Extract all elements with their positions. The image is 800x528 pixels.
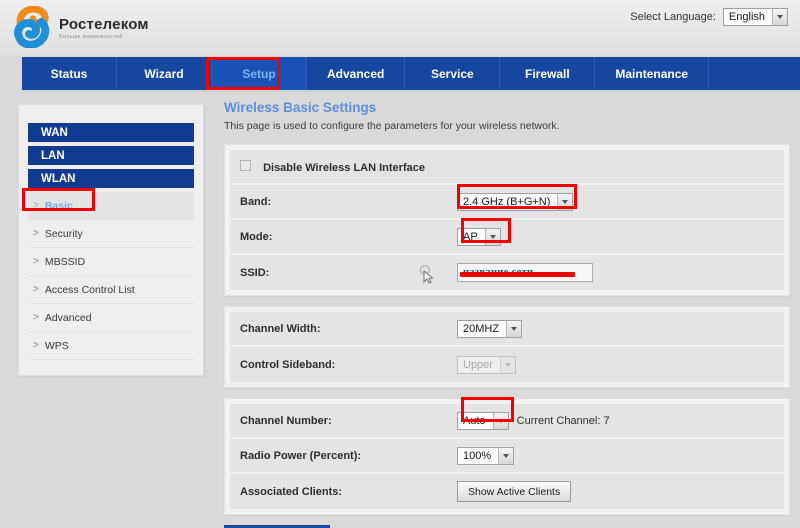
disable-wlan-cell: Disable Wireless LAN Interface: [240, 159, 457, 174]
channel-number-field: Auto Current Channel: 7: [457, 411, 610, 430]
current-channel-text: Current Channel: 7: [516, 414, 610, 427]
band-label: Band:: [240, 195, 272, 208]
sidebar-item-label: WPS: [44, 339, 69, 352]
sidebar-item-label: Advanced: [44, 311, 92, 324]
nav-item-firewall[interactable]: Firewall: [500, 57, 596, 90]
chevron-right-icon: >: [33, 228, 39, 239]
page-description: This page is used to configure the param…: [224, 120, 560, 132]
control-sideband-label: Control Sideband:: [240, 358, 336, 371]
channel-width-panel: Channel Width: 20MHZ Control Sideband: U…: [224, 306, 790, 388]
sidebar: WAN LAN WLAN > Basic > Security > MBSSID…: [18, 104, 204, 376]
channel-width-value: 20MHZ: [458, 320, 507, 337]
channel-width-dropdown[interactable]: 20MHZ: [457, 319, 523, 338]
sidebar-item-access-control-list[interactable]: > Access Control List: [28, 276, 194, 304]
row-channel-number: Channel Number: Auto Current Channel: 7: [230, 404, 784, 439]
band-dropdown[interactable]: 2.4 GHz (B+G+N): [457, 192, 574, 211]
radio-power-dropdown[interactable]: 100%: [457, 446, 515, 465]
band-field: 2.4 GHz (B+G+N): [457, 192, 574, 211]
chevron-down-icon: [499, 356, 515, 373]
row-mode: Mode: AP: [230, 220, 784, 255]
channel-number-value: Auto: [458, 412, 493, 429]
row-band: Band: 2.4 GHz (B+G+N): [230, 185, 784, 220]
sidebar-header-lan[interactable]: LAN: [28, 146, 194, 165]
language-value: English: [723, 9, 772, 25]
chevron-down-icon[interactable]: [557, 193, 573, 210]
nav-item-maintenance[interactable]: Maintenance: [595, 57, 710, 90]
radio-power-value: 100%: [458, 447, 499, 464]
language-dropdown[interactable]: English: [722, 8, 788, 26]
mode-label: Mode:: [240, 230, 273, 243]
router-admin-page: Ростелеком Больше возможностей Select La…: [0, 0, 800, 528]
annotation-bar-ssid: [460, 272, 575, 277]
control-sideband-field: Upper: [457, 355, 516, 374]
chevron-down-icon[interactable]: [484, 228, 500, 245]
mouse-cursor-icon: [419, 265, 434, 284]
channel-settings-panel: Channel Number: Auto Current Channel: 7 …: [224, 398, 790, 515]
nav-item-wizard[interactable]: Wizard: [117, 57, 212, 90]
nav-item-status[interactable]: Status: [22, 57, 117, 90]
associated-clients-label: Associated Clients:: [240, 485, 343, 498]
band-value: 2.4 GHz (B+G+N): [458, 193, 558, 210]
sidebar-item-advanced[interactable]: > Advanced: [28, 304, 194, 332]
brand-name: Ростелеком: [59, 16, 149, 34]
row-disable-wlan: Disable Wireless LAN Interface: [230, 150, 784, 185]
chevron-down-icon[interactable]: [772, 9, 787, 25]
main-navigation: Status Wizard Setup Advanced Service Fir…: [22, 57, 800, 90]
disable-wlan-label: Disable Wireless LAN Interface: [263, 161, 425, 174]
sidebar-item-label: MBSSID: [44, 255, 86, 268]
rostelecom-ear-logo-icon: [14, 6, 50, 48]
row-radio-power: Radio Power (Percent): 100%: [230, 439, 784, 474]
nav-item-advanced[interactable]: Advanced: [307, 57, 406, 90]
row-control-sideband: Control Sideband: Upper: [230, 347, 784, 382]
mode-dropdown[interactable]: AP: [457, 227, 501, 246]
associated-clients-field: Show Active Clients: [457, 481, 572, 502]
chevron-right-icon: >: [33, 312, 39, 323]
sidebar-item-label: Basic: [44, 199, 73, 212]
brand-tagline: Больше возможностей: [59, 34, 123, 41]
control-sideband-value: Upper: [458, 356, 500, 373]
row-channel-width: Channel Width: 20MHZ: [230, 312, 784, 347]
chevron-right-icon: >: [33, 256, 39, 267]
chevron-right-icon: >: [33, 200, 39, 211]
sidebar-item-wps[interactable]: > WPS: [28, 332, 194, 360]
nav-item-setup[interactable]: Setup: [212, 57, 307, 90]
brand-text: Ростелеком Больше возможностей: [59, 13, 149, 41]
channel-width-field: 20MHZ: [457, 319, 523, 338]
row-associated-clients: Associated Clients: Show Active Clients: [230, 474, 784, 509]
sidebar-header-wan[interactable]: WAN: [28, 123, 194, 142]
chevron-down-icon[interactable]: [498, 447, 514, 464]
sidebar-item-mbssid[interactable]: > MBSSID: [28, 248, 194, 276]
channel-width-label: Channel Width:: [240, 322, 321, 335]
nav-shadow: [22, 90, 800, 95]
sidebar-header-wlan[interactable]: WLAN: [28, 169, 194, 188]
chevron-right-icon: >: [33, 340, 39, 351]
language-selector[interactable]: Select Language: English: [630, 8, 788, 26]
language-label: Select Language:: [630, 11, 716, 23]
channel-number-label: Channel Number:: [240, 414, 332, 427]
disable-wlan-checkbox[interactable]: [240, 159, 251, 171]
chevron-right-icon: >: [33, 284, 39, 295]
mode-value: AP: [458, 228, 485, 245]
radio-power-field: 100%: [457, 446, 515, 465]
page-title: Wireless Basic Settings: [224, 100, 377, 115]
sidebar-item-basic[interactable]: > Basic: [28, 192, 194, 220]
radio-power-label: Radio Power (Percent):: [240, 449, 362, 462]
nav-item-service[interactable]: Service: [405, 57, 501, 90]
chevron-down-icon[interactable]: [492, 412, 508, 429]
show-active-clients-button[interactable]: Show Active Clients: [457, 481, 572, 502]
sidebar-item-security[interactable]: > Security: [28, 220, 194, 248]
page-header: Ростелеком Больше возможностей Select La…: [0, 0, 800, 56]
main-content: Wireless Basic Settings This page is use…: [224, 100, 790, 528]
brand-logo: Ростелеком Больше возможностей: [14, 6, 149, 48]
chevron-down-icon[interactable]: [506, 320, 522, 337]
channel-number-dropdown[interactable]: Auto: [457, 411, 509, 430]
mode-field: AP: [457, 227, 501, 246]
sidebar-item-label: Access Control List: [44, 283, 135, 296]
sidebar-item-label: Security: [44, 227, 83, 240]
control-sideband-dropdown: Upper: [457, 355, 516, 374]
